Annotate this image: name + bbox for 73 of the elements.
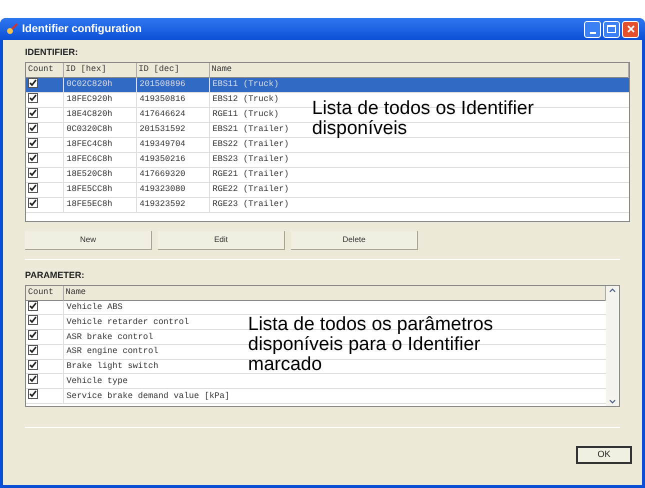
annotation-text: Lista de todos os Identifier disponíveis <box>312 99 534 139</box>
action-button[interactable]: New <box>25 231 152 250</box>
table-cell: ASR brake control <box>66 332 154 342</box>
table-cell: 419350216 <box>140 154 186 164</box>
scroll-down-icon[interactable] <box>609 399 616 404</box>
checkbox[interactable] <box>28 198 38 208</box>
checkbox[interactable] <box>28 344 38 355</box>
table-cell: 201531592 <box>140 124 186 134</box>
table-cell: 0C0320C8h <box>66 124 112 134</box>
action-button[interactable]: Delete <box>291 231 418 250</box>
table-cell: Vehicle retarder control <box>66 316 189 327</box>
checkbox[interactable] <box>28 360 38 370</box>
checkbox[interactable] <box>28 138 38 148</box>
table-cell: Vehicle type <box>66 376 128 386</box>
table-cell: Service brake demand value [kPa] <box>66 390 230 400</box>
table-cell: 419350816 <box>140 94 186 104</box>
table-cell: 18FE5CC8h <box>66 184 112 194</box>
section-label: PARAMETER: <box>25 269 86 281</box>
checkbox[interactable] <box>28 330 38 340</box>
table-cell: 18FEC6C8h <box>66 154 112 164</box>
column-header[interactable]: ID [dec] <box>136 63 209 77</box>
ok-button[interactable]: OK <box>576 446 632 464</box>
column-header[interactable]: Name <box>209 63 628 77</box>
checkbox[interactable] <box>28 122 38 133</box>
annotation-text: Lista de todos os parâmetros disponíveis para o Identifier marcado <box>248 315 494 375</box>
table-cell: 419323592 <box>140 199 186 210</box>
close-button[interactable] <box>622 20 639 38</box>
checkbox[interactable] <box>28 315 38 326</box>
table-cell: RGE21 (Trailer) <box>212 169 290 180</box>
selected-cell[interactable]: EBS11 (Truck) <box>209 77 628 92</box>
selected-cell[interactable]: 0C02C820h <box>63 77 136 92</box>
scroll-up-icon[interactable] <box>609 288 616 293</box>
table-cell: 18E520C8h <box>66 169 112 180</box>
table-cell: 417646624 <box>140 109 186 120</box>
table-cell: EBS23 (Trailer) <box>212 154 290 164</box>
checkbox[interactable] <box>28 152 38 163</box>
table-cell: Brake light switch <box>66 361 158 371</box>
maximize-button[interactable] <box>603 20 620 38</box>
table-cell: 417669320 <box>140 169 186 180</box>
table-cell: RGE22 (Trailer) <box>212 184 290 194</box>
window-title: Identifier configuration <box>22 22 142 37</box>
table-cell: 18FE5EC8h <box>66 199 112 210</box>
column-header[interactable]: ID [hex] <box>63 63 136 77</box>
table-cell: 18E4C820h <box>66 109 112 120</box>
action-button[interactable]: Edit <box>158 231 285 250</box>
table-cell: 18FEC920h <box>66 94 112 104</box>
table-cell: 18FEC4C8h <box>66 139 112 150</box>
checkbox[interactable] <box>28 374 38 384</box>
minimize-button[interactable] <box>584 20 601 38</box>
close-icon <box>626 25 634 33</box>
column-header[interactable]: Count <box>26 63 63 77</box>
checkbox[interactable] <box>28 300 38 310</box>
checkbox[interactable] <box>28 389 38 399</box>
table-cell: 419349704 <box>140 139 186 150</box>
checkbox[interactable] <box>28 182 38 193</box>
table-cell: RGE11 (Truck) <box>212 109 279 120</box>
table-cell: 419323080 <box>140 184 186 194</box>
table-cell: RGE23 (Trailer) <box>212 199 290 210</box>
selected-row[interactable]: 0C02C820h 201508896 EBS11 (Truck) <box>26 77 628 92</box>
table-cell: ASR engine control <box>66 346 158 356</box>
scrollbar[interactable] <box>606 286 619 406</box>
table-cell: EBS22 (Trailer) <box>212 139 290 150</box>
checkbox[interactable] <box>28 78 38 88</box>
key-icon <box>6 23 18 35</box>
checkbox[interactable] <box>28 168 38 178</box>
section-label: IDENTIFIER: <box>25 46 79 58</box>
column-header[interactable]: Count <box>26 286 63 300</box>
checkbox[interactable] <box>28 108 38 118</box>
table-cell: Vehicle ABS <box>66 302 123 312</box>
table-cell: EBS12 (Truck) <box>212 94 279 104</box>
checkbox[interactable] <box>28 92 38 103</box>
selected-cell[interactable]: 201508896 <box>136 77 209 92</box>
table-cell: EBS21 (Trailer) <box>212 124 290 134</box>
